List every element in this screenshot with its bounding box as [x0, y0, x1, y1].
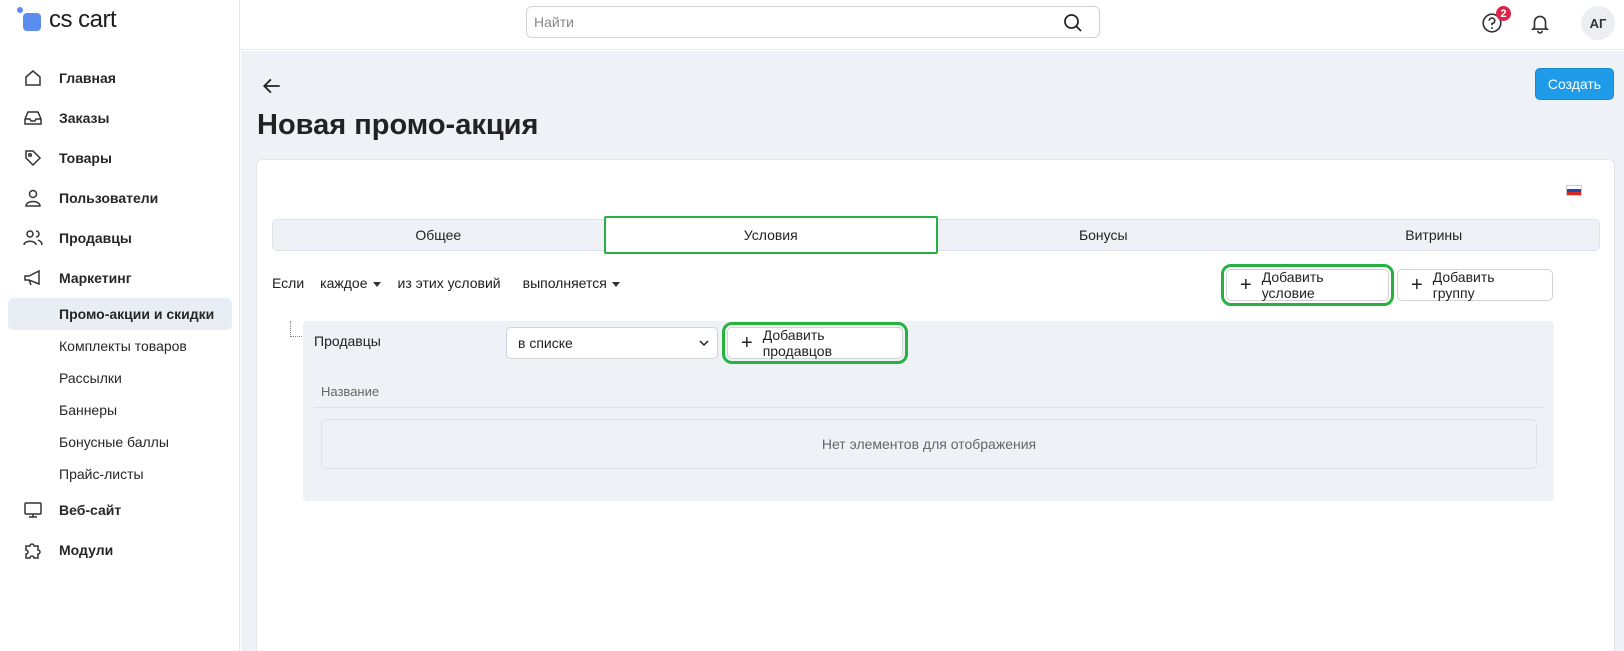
sidebar-subitem-label: Рассылки: [59, 370, 122, 386]
sidebar-item-vendors[interactable]: Продавцы: [0, 218, 240, 258]
empty-state: Нет элементов для отображения: [321, 419, 1537, 469]
search-input[interactable]: [527, 7, 1027, 37]
sidebar-item-modules[interactable]: Модули: [0, 530, 240, 570]
sidebar-item-website[interactable]: Веб-сайт: [0, 490, 240, 530]
users-icon: [22, 227, 44, 249]
avatar[interactable]: АГ: [1581, 6, 1615, 40]
search-box: [526, 6, 1100, 38]
tab-general[interactable]: Общее: [273, 220, 604, 250]
condition-state-dropdown[interactable]: выполняется: [523, 275, 620, 291]
search-icon[interactable]: [1063, 13, 1083, 33]
logo-icon: [17, 7, 43, 33]
sidebar-subitem-label: Бонусные баллы: [59, 434, 169, 450]
of-these-label: из этих условий: [397, 275, 501, 291]
sidebar-subitem-promotions[interactable]: Промо-акции и скидки: [8, 298, 232, 330]
logo[interactable]: cs cart: [17, 6, 117, 34]
language-flag-icon[interactable]: [1566, 185, 1582, 196]
sidebar-item-orders[interactable]: Заказы: [0, 98, 240, 138]
empty-state-text: Нет элементов для отображения: [821, 436, 1037, 452]
condition-group-vendors: Продавцы в списке + Добавить продавцов Н…: [303, 321, 1554, 501]
add-group-label: Добавить группу: [1432, 269, 1495, 301]
add-vendors-button[interactable]: + Добавить продавцов: [722, 322, 908, 364]
sidebar-subitem-label: Промо-акции и скидки: [59, 306, 215, 322]
page-title: Новая промо-акция: [257, 109, 539, 141]
add-group-button[interactable]: + Добавить группу: [1397, 269, 1553, 301]
sidebar-subitem-price-lists[interactable]: Прайс-листы: [0, 458, 240, 490]
sidebar-subitem-label: Прайс-листы: [59, 466, 144, 482]
main-content: Создать Новая промо-акция Общее Условия …: [241, 51, 1624, 651]
form-card: Общее Условия Бонусы Витрины Если каждое…: [256, 159, 1615, 651]
plus-icon: +: [1240, 274, 1252, 296]
sidebar-item-label: Пользователи: [59, 190, 159, 206]
sidebar-item-label: Товары: [59, 150, 112, 166]
back-arrow-icon[interactable]: [261, 75, 283, 97]
top-bar: 2 АГ: [241, 0, 1624, 50]
sidebar-item-label: Главная: [59, 70, 116, 86]
puzzle-icon: [22, 539, 44, 561]
sidebar-subitem-bundles[interactable]: Комплекты товаров: [0, 330, 240, 362]
sidebar-item-users[interactable]: Пользователи: [0, 178, 240, 218]
condition-header-row: Если каждое из этих условий выполняется: [272, 266, 620, 300]
sidebar-item-label: Заказы: [59, 110, 110, 126]
sidebar: cs cart Главная Заказы Товары Пользовате…: [0, 0, 240, 651]
sidebar-item-marketing[interactable]: Маркетинг: [0, 258, 240, 298]
add-vendors-label: Добавить продавцов: [762, 327, 833, 359]
operator-select[interactable]: в списке: [506, 327, 718, 359]
condition-label: Продавцы: [314, 333, 381, 349]
divider: [314, 407, 1544, 408]
sidebar-item-label: Модули: [59, 542, 114, 558]
plus-icon: +: [1411, 274, 1423, 296]
tag-icon: [22, 147, 44, 169]
megaphone-icon: [22, 267, 44, 289]
tree-connector: [290, 321, 302, 337]
notification-badge: 2: [1496, 6, 1511, 21]
sidebar-subitem-label: Комплекты товаров: [59, 338, 187, 354]
sidebar-item-label: Маркетинг: [59, 270, 132, 286]
column-header-name: Название: [321, 384, 380, 399]
tabs: Общее Условия Бонусы Витрины: [272, 216, 1600, 254]
sidebar-item-products[interactable]: Товары: [0, 138, 240, 178]
sidebar-nav: Главная Заказы Товары Пользователи Прода…: [0, 58, 240, 570]
operator-value: в списке: [518, 335, 573, 351]
notifications-button[interactable]: [1527, 10, 1553, 36]
inbox-icon: [22, 107, 44, 129]
sidebar-subitem-banners[interactable]: Баннеры: [0, 394, 240, 426]
tab-conditions[interactable]: Условия: [603, 216, 938, 254]
help-button[interactable]: 2: [1479, 6, 1511, 36]
add-condition-label: Добавить условие: [1261, 269, 1324, 301]
condition-mode-dropdown[interactable]: каждое: [320, 275, 380, 291]
sidebar-subitem-bonus-points[interactable]: Бонусные баллы: [0, 426, 240, 458]
if-label: Если: [272, 275, 305, 291]
chevron-down-icon: [699, 340, 709, 347]
user-icon: [22, 187, 44, 209]
sidebar-subitem-newsletters[interactable]: Рассылки: [0, 362, 240, 394]
create-button[interactable]: Создать: [1535, 68, 1614, 100]
monitor-icon: [22, 499, 44, 521]
add-condition-button[interactable]: + Добавить условие: [1221, 264, 1394, 306]
sidebar-item-label: Веб-сайт: [59, 502, 122, 518]
tab-storefronts[interactable]: Витрины: [1269, 220, 1600, 250]
sidebar-item-home[interactable]: Главная: [0, 58, 240, 98]
plus-icon: +: [741, 332, 753, 354]
sidebar-item-label: Продавцы: [59, 230, 132, 246]
tab-bonuses[interactable]: Бонусы: [938, 220, 1269, 250]
logo-text: cs cart: [49, 6, 117, 33]
home-icon: [22, 67, 44, 89]
bell-icon: [1530, 15, 1550, 34]
sidebar-subitem-label: Баннеры: [59, 402, 118, 418]
